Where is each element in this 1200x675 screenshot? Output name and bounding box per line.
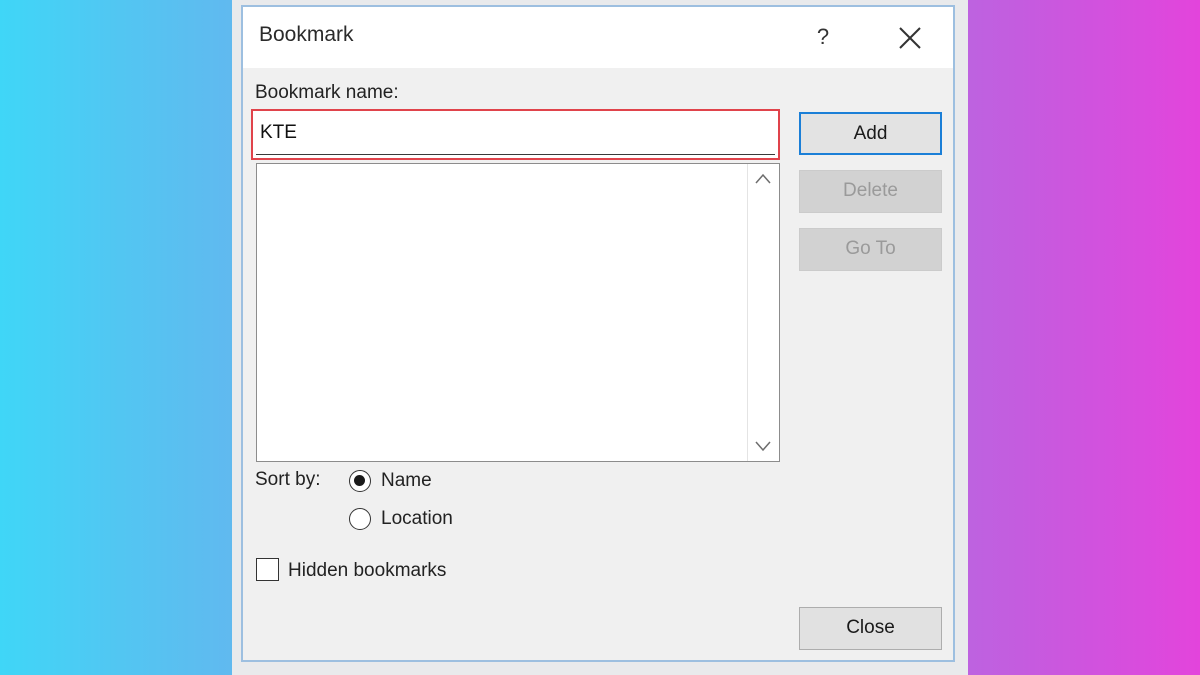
bookmark-name-value[interactable]: KTE xyxy=(256,114,775,155)
delete-button[interactable]: Delete xyxy=(799,170,942,213)
dialog-title: Bookmark xyxy=(259,23,354,46)
sort-by-label: Sort by: xyxy=(255,469,321,490)
sort-location-radio[interactable] xyxy=(349,508,371,530)
hidden-bookmarks-label[interactable]: Hidden bookmarks xyxy=(288,560,446,582)
list-scrollbar[interactable] xyxy=(747,164,779,461)
bookmark-name-input[interactable]: KTE xyxy=(251,109,780,160)
add-button[interactable]: Add xyxy=(799,112,942,155)
close-x-glyph xyxy=(899,27,921,49)
sort-name-radio[interactable] xyxy=(349,470,371,492)
close-x-icon[interactable] xyxy=(893,21,927,55)
close-button[interactable]: Close xyxy=(799,607,942,650)
radio-selected-dot xyxy=(354,475,365,486)
sort-name-label[interactable]: Name xyxy=(381,470,432,492)
go-to-button[interactable]: Go To xyxy=(799,228,942,271)
chevron-down-icon[interactable] xyxy=(754,437,772,455)
bookmark-dialog: Bookmark ? Bookmark name: KTE Add Delete… xyxy=(241,5,955,662)
chevron-up-icon[interactable] xyxy=(754,170,772,188)
bookmark-name-label: Bookmark name: xyxy=(255,82,399,103)
dialog-content: Bookmark name: KTE Add Delete Go To Sort… xyxy=(243,68,953,660)
bookmark-list[interactable] xyxy=(256,163,780,462)
hidden-bookmarks-checkbox[interactable] xyxy=(256,558,279,581)
help-button[interactable]: ? xyxy=(807,21,839,53)
sort-location-label[interactable]: Location xyxy=(381,508,453,530)
